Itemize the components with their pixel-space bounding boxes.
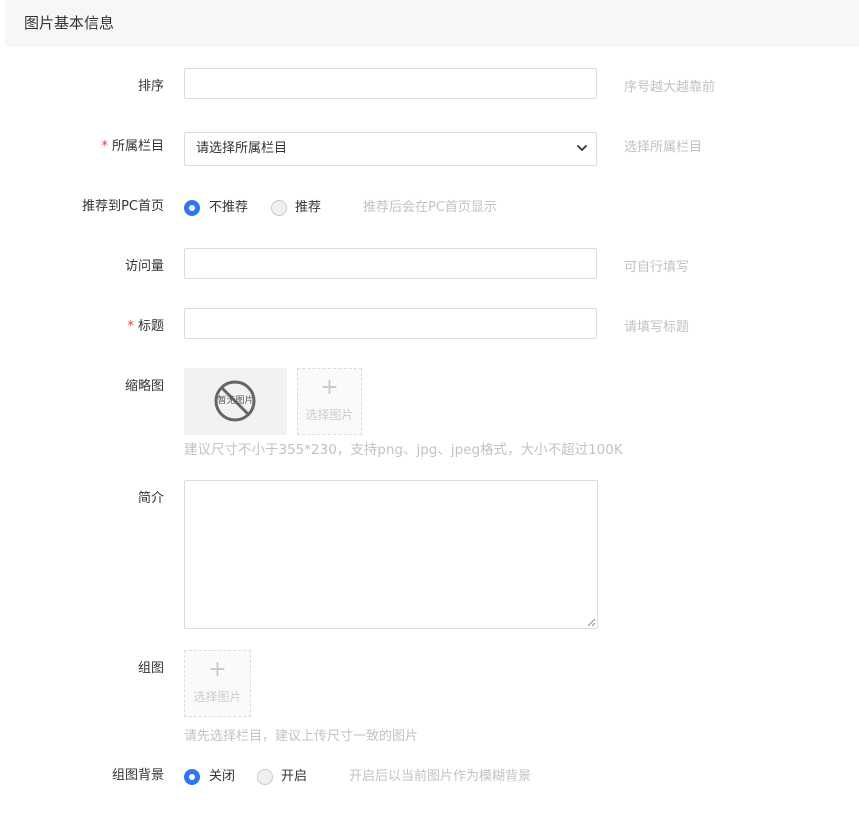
recommend-option-yes-radio[interactable] bbox=[271, 200, 287, 216]
gallery-label: 组图 bbox=[138, 660, 164, 678]
plus-icon: + bbox=[320, 375, 339, 400]
thumbnail-placeholder-text: 暂无图片 bbox=[217, 396, 254, 406]
category-select-value: 请选择所属栏目 bbox=[196, 141, 288, 156]
recommend-option-yes-label[interactable]: 推荐 bbox=[295, 199, 321, 217]
thumbnail-hint: 建议尺寸不小于355*230，支持png、jpg、jpeg格式，大小不超过100… bbox=[184, 442, 623, 458]
gallery-hint: 请先选择栏目，建议上传尺寸一致的图片 bbox=[184, 729, 419, 744]
section-header: 图片基本信息 bbox=[5, 0, 859, 47]
title-input[interactable] bbox=[184, 308, 597, 339]
recommend-label-text: 推荐到PC首页 bbox=[82, 199, 164, 214]
sort-hint: 序号越大越靠前 bbox=[624, 80, 716, 95]
category-hint: 选择所属栏目 bbox=[624, 140, 703, 155]
title-label: * 标题 bbox=[127, 318, 164, 336]
thumbnail-upload-text: 选择图片 bbox=[305, 408, 354, 422]
gallery-bg-radio-group: 关闭 开启 bbox=[184, 768, 344, 786]
views-label-text: 访问量 bbox=[124, 259, 164, 274]
title-label-text: 标题 bbox=[137, 319, 164, 334]
intro-label-text: 简介 bbox=[137, 491, 164, 506]
recommend-option-no-label[interactable]: 不推荐 bbox=[209, 199, 248, 217]
thumbnail-label: 缩略图 bbox=[125, 378, 164, 396]
plus-icon: + bbox=[208, 657, 227, 682]
category-label-text: 所属栏目 bbox=[111, 139, 164, 154]
gallery-upload-button[interactable]: + 选择图片 bbox=[184, 650, 251, 717]
views-label: 访问量 bbox=[125, 258, 164, 276]
recommend-hint: 推荐后会在PC首页显示 bbox=[363, 200, 497, 215]
thumbnail-upload-button[interactable]: + 选择图片 bbox=[297, 368, 362, 435]
views-hint: 可自行填写 bbox=[624, 260, 690, 275]
recommend-radio-group: 不推荐 推荐 bbox=[184, 199, 384, 217]
section-title: 图片基本信息 bbox=[24, 14, 115, 32]
gallery-bg-label: 组图背景 bbox=[112, 767, 164, 785]
sort-label-text: 排序 bbox=[137, 79, 164, 94]
image-info-form: 图片基本信息 排序 序号越大越靠前 * 所属栏目 请选择所属栏目 选择所属栏目 推… bbox=[0, 0, 859, 814]
thumbnail-preview: 暂无图片 bbox=[184, 368, 287, 435]
recommend-option-no-radio[interactable] bbox=[184, 200, 200, 216]
gallery-bg-option-off-label[interactable]: 关闭 bbox=[209, 768, 235, 786]
sort-input[interactable] bbox=[184, 68, 597, 99]
required-mark: * bbox=[127, 319, 134, 334]
gallery-upload-text: 选择图片 bbox=[193, 690, 242, 704]
category-label: * 所属栏目 bbox=[101, 138, 164, 156]
intro-label: 简介 bbox=[138, 490, 164, 508]
gallery-bg-hint: 开启后以当前图片作为模糊背景 bbox=[349, 769, 532, 784]
chevron-down-icon bbox=[577, 145, 587, 151]
sort-label: 排序 bbox=[138, 78, 164, 96]
intro-textarea[interactable] bbox=[184, 480, 598, 629]
thumbnail-label-text: 缩略图 bbox=[124, 379, 164, 394]
required-mark: * bbox=[101, 139, 108, 154]
recommend-label: 推荐到PC首页 bbox=[82, 198, 164, 216]
views-input[interactable] bbox=[184, 248, 597, 279]
title-hint: 请填写标题 bbox=[624, 320, 690, 335]
gallery-bg-label-text: 组图背景 bbox=[111, 768, 164, 783]
gallery-bg-option-on-radio[interactable] bbox=[257, 769, 273, 785]
gallery-bg-option-on-label[interactable]: 开启 bbox=[281, 768, 307, 786]
resize-grip-icon[interactable] bbox=[587, 618, 596, 627]
gallery-bg-option-off-radio[interactable] bbox=[184, 769, 200, 785]
category-select[interactable]: 请选择所属栏目 bbox=[184, 132, 597, 166]
gallery-label-text: 组图 bbox=[137, 661, 164, 676]
